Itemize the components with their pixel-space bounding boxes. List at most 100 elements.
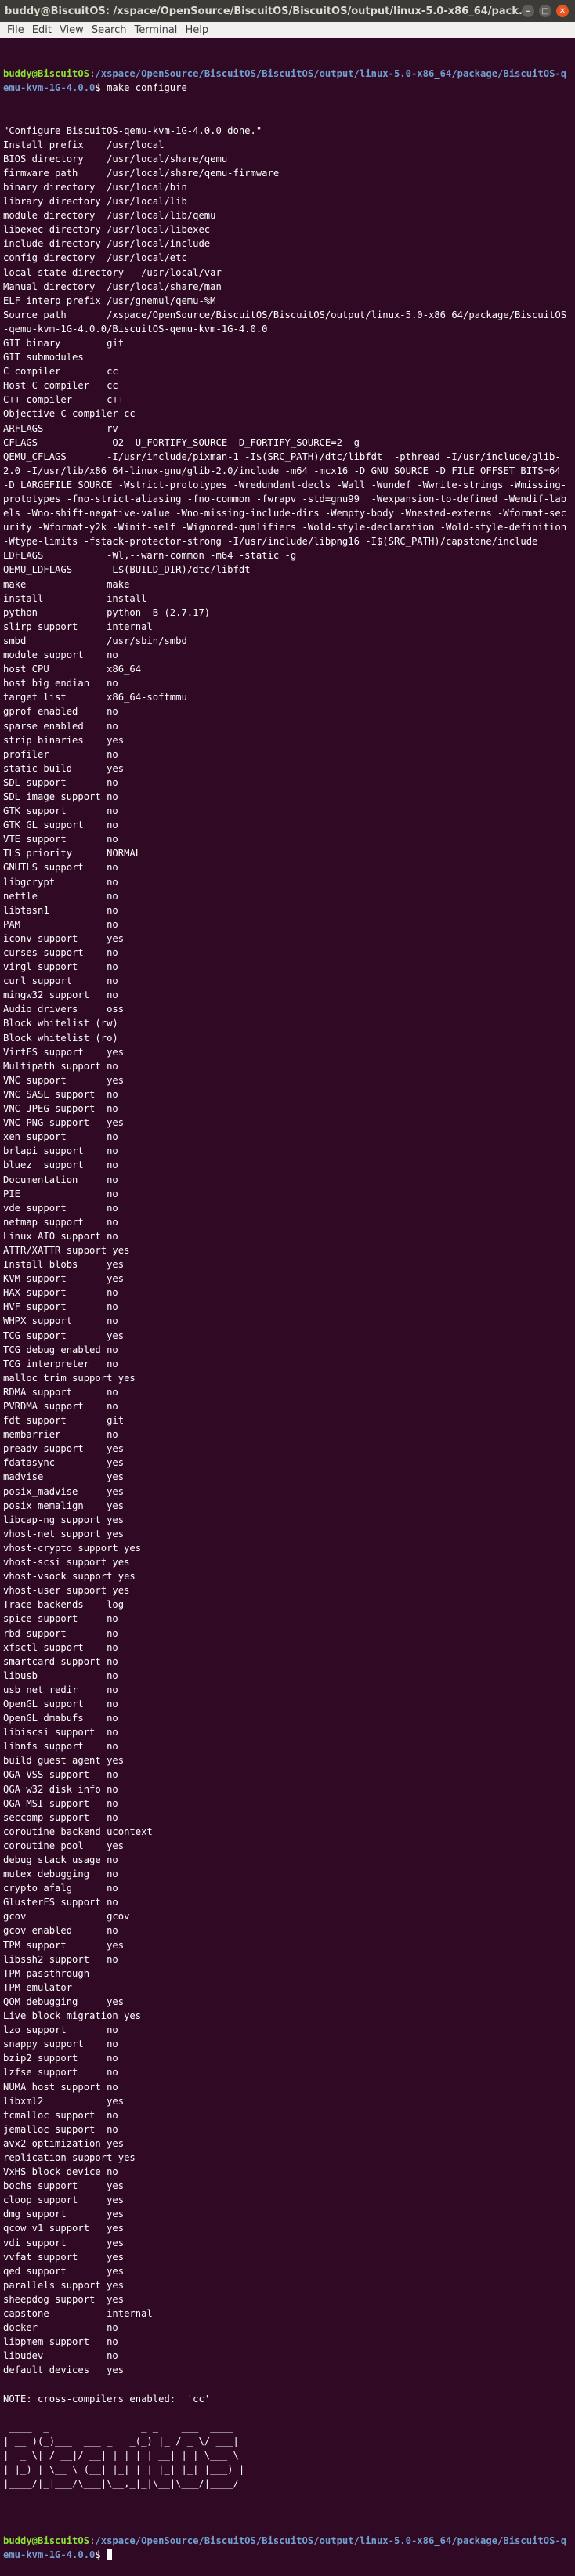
output-line: libusb no <box>3 1669 572 1683</box>
output-line: vhost-crypto support yes <box>3 1541 572 1555</box>
output-line: libiscsi support no <box>3 1725 572 1739</box>
output-line: libnfs support no <box>3 1739 572 1753</box>
output-line: bluez support no <box>3 1158 572 1172</box>
output-line: gcov gcov <box>3 1909 572 1923</box>
output-line: Objective-C compiler cc <box>3 407 572 421</box>
maximize-icon[interactable]: □ <box>539 5 551 17</box>
output-line: VNC PNG support yes <box>3 1116 572 1130</box>
output-line: TPM emulator <box>3 1981 572 1995</box>
output-line: HAX support no <box>3 1286 572 1300</box>
output-line: "Configure BiscuitOS-qemu-kvm-1G-4.0.0 d… <box>3 124 572 138</box>
output-line: C compiler cc <box>3 364 572 378</box>
menu-edit[interactable]: Edit <box>28 24 56 36</box>
output-line: local state directory /usr/local/var <box>3 266 572 280</box>
menu-terminal[interactable]: Terminal <box>130 24 181 36</box>
command-output: "Configure BiscuitOS-qemu-kvm-1G-4.0.0 d… <box>3 124 572 2505</box>
output-line: VTE support no <box>3 832 572 846</box>
output-line: coroutine pool yes <box>3 1839 572 1853</box>
output-line: bzip2 support no <box>3 2051 572 2065</box>
output-line: Trace backends log <box>3 1597 572 1612</box>
output-line: TCG support yes <box>3 1329 572 1343</box>
output-line: module support no <box>3 648 572 662</box>
menu-bar: File Edit View Search Terminal Help <box>0 22 575 38</box>
output-line: VxHS block device no <box>3 2165 572 2179</box>
terminal-output[interactable]: buddy@BiscuitOS:/xspace/OpenSource/Biscu… <box>0 38 575 2484</box>
output-line: sparse enabled no <box>3 719 572 733</box>
output-line: TCG debug enabled no <box>3 1343 572 1357</box>
output-line: VNC JPEG support no <box>3 1102 572 1116</box>
output-line: dmg support yes <box>3 2207 572 2221</box>
output-line: bochs support yes <box>3 2179 572 2193</box>
output-line: make make <box>3 577 572 592</box>
output-line: CFLAGS -O2 -U_FORTIFY_SOURCE -D_FORTIFY_… <box>3 436 572 450</box>
output-line: default devices yes <box>3 2363 572 2377</box>
output-line: avx2 optimization yes <box>3 2136 572 2151</box>
output-line: | |_) | \__ \ (__| |_| | | |_| |_| |___)… <box>3 2462 572 2477</box>
output-line: snappy support no <box>3 2037 572 2051</box>
output-line: strip binaries yes <box>3 733 572 747</box>
output-line: xen support no <box>3 1130 572 1144</box>
output-line: posix_madvise yes <box>3 1485 572 1499</box>
output-line: library directory /usr/local/lib <box>3 194 572 208</box>
output-line: malloc trim support yes <box>3 1371 572 1385</box>
output-line: firmware path /usr/local/share/qemu-firm… <box>3 166 572 180</box>
output-line: brlapi support no <box>3 1144 572 1158</box>
output-line: libcap-ng support yes <box>3 1513 572 1527</box>
output-line: jemalloc support no <box>3 2122 572 2136</box>
output-line: spice support no <box>3 1612 572 1626</box>
output-line: WHPX support no <box>3 1314 572 1328</box>
output-line: SDL image support no <box>3 790 572 804</box>
output-line: posix_memalign yes <box>3 1499 572 1513</box>
output-line: vhost-vsock support yes <box>3 1569 572 1583</box>
window-titlebar[interactable]: buddy@BiscuitOS: /xspace/OpenSource/Bisc… <box>0 0 575 22</box>
prompt-user: buddy@BiscuitOS <box>3 68 89 79</box>
output-line: GTK support no <box>3 804 572 818</box>
command-text: make configure <box>107 82 187 93</box>
output-line: RDMA support no <box>3 1385 572 1399</box>
output-line: crypto afalg no <box>3 1881 572 1895</box>
output-line: docker no <box>3 2321 572 2335</box>
output-line: vhost-user support yes <box>3 1583 572 1597</box>
output-line: tcmalloc support no <box>3 2108 572 2122</box>
output-line: VirtFS support yes <box>3 1045 572 1059</box>
output-line: C++ compiler c++ <box>3 393 572 407</box>
output-line: mingw32 support no <box>3 988 572 1002</box>
output-line: libssh2 support no <box>3 1952 572 1966</box>
output-line: PIE no <box>3 1187 572 1201</box>
output-line: Linux AIO support no <box>3 1229 572 1243</box>
output-line: SDL support no <box>3 776 572 790</box>
output-line: Host C compiler cc <box>3 378 572 393</box>
output-line: Multipath support no <box>3 1059 572 1073</box>
output-line: coroutine backend ucontext <box>3 1825 572 1839</box>
output-line: OpenGL support no <box>3 1697 572 1711</box>
output-line: parallels support yes <box>3 2278 572 2292</box>
menu-help[interactable]: Help <box>181 24 212 36</box>
output-line: PVRDMA support no <box>3 1399 572 1413</box>
output-line: host CPU x86_64 <box>3 662 572 676</box>
output-line: install install <box>3 592 572 606</box>
output-line: usb net redir no <box>3 1683 572 1697</box>
output-line: cloop support yes <box>3 2193 572 2207</box>
output-line: curses support no <box>3 946 572 960</box>
output-line: ATTR/XATTR support yes <box>3 1243 572 1257</box>
output-line: madvise yes <box>3 1470 572 1484</box>
output-line: Live block migration yes <box>3 2009 572 2023</box>
output-line: vdi support yes <box>3 2236 572 2250</box>
output-line: preadv support yes <box>3 1442 572 1456</box>
cursor <box>107 2549 112 2560</box>
output-line: debug stack usage no <box>3 1853 572 1867</box>
output-line: nettle no <box>3 889 572 903</box>
output-line: binary directory /usr/local/bin <box>3 180 572 194</box>
output-line: profiler no <box>3 747 572 762</box>
output-line <box>3 2491 572 2505</box>
minimize-icon[interactable]: – <box>522 5 534 17</box>
menu-view[interactable]: View <box>56 24 88 36</box>
output-line: PAM no <box>3 917 572 932</box>
output-line: include directory /usr/local/include <box>3 237 572 251</box>
close-icon[interactable]: ✕ <box>556 5 569 17</box>
output-line: GNUTLS support no <box>3 860 572 874</box>
menu-search[interactable]: Search <box>88 24 131 36</box>
menu-file[interactable]: File <box>3 24 28 36</box>
output-line: TCG interpreter no <box>3 1357 572 1371</box>
output-line: Block whitelist (ro) <box>3 1031 572 1045</box>
